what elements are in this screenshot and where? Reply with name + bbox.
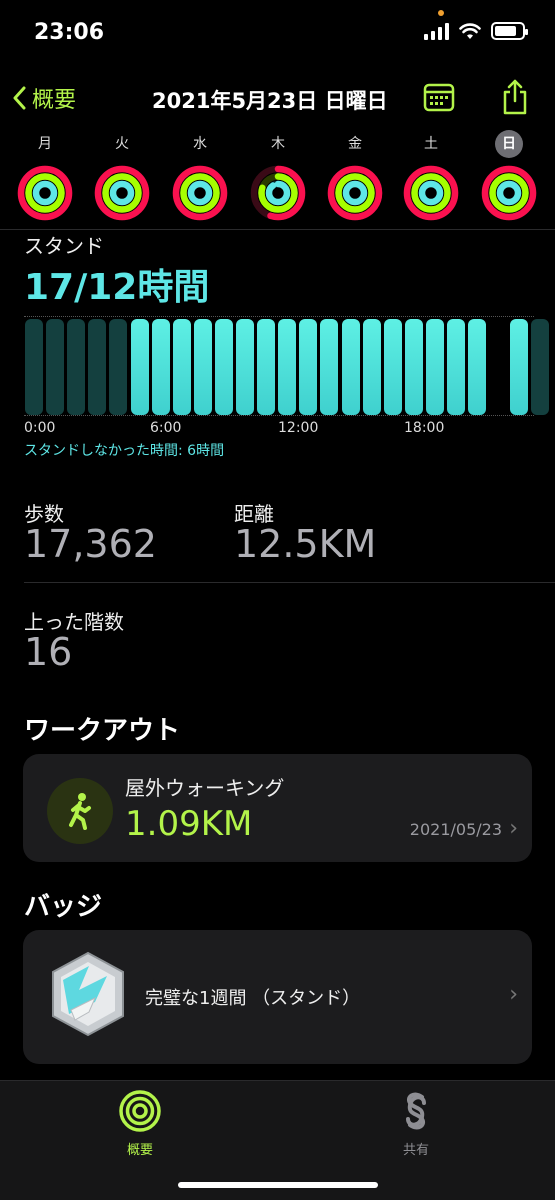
day-1[interactable]: 火 <box>89 130 155 222</box>
workout-card[interactable]: 屋外ウォーキング 1.09KM 2021/05/23 › <box>23 754 532 862</box>
activity-rings-icon <box>119 1090 161 1132</box>
back-button[interactable]: 概要 <box>12 82 76 114</box>
day-4[interactable]: 金 <box>322 130 388 222</box>
stand-label: スタンド <box>24 234 104 258</box>
tab-summary-label: 概要 <box>126 1143 153 1158</box>
day-0[interactable]: 月 <box>12 130 78 222</box>
tick-label: 18:00 <box>404 420 445 436</box>
day-label: 火 <box>115 136 129 152</box>
stand-hour-bar <box>236 319 254 415</box>
activity-ring-icon <box>403 165 459 221</box>
divider <box>24 582 555 583</box>
workout-name: 屋外ウォーキング <box>125 776 285 800</box>
walking-icon <box>69 793 91 830</box>
back-label: 概要 <box>32 88 77 113</box>
tick-label: 0:00 <box>24 420 56 436</box>
activity-ring-icon <box>17 165 73 221</box>
activity-ring-icon <box>94 165 150 221</box>
workout-section-title: ワークアウト <box>24 716 181 746</box>
tab-summary[interactable]: 概要 <box>110 1089 170 1158</box>
badges-section-title: バッジ <box>24 892 103 922</box>
chevron-right-icon: › <box>509 816 518 841</box>
chevron-right-icon: › <box>509 982 518 1007</box>
activity-ring-icon <box>172 165 228 221</box>
status-bar: 23:06 <box>0 0 555 70</box>
stand-hour-bar <box>468 319 487 415</box>
wifi-icon <box>459 22 481 39</box>
day-label: 月 <box>38 136 52 152</box>
chevron-left-icon <box>13 86 26 110</box>
stand-hour-bar <box>130 319 149 415</box>
tick-label: 6:00 <box>150 420 182 436</box>
stand-hour-bar <box>88 319 107 415</box>
stand-hour-bar <box>299 319 318 415</box>
stand-hour-chart <box>24 316 550 416</box>
badge-card[interactable]: 完璧な1週間 （スタンド） › <box>23 930 532 1064</box>
steps-value: 17,362 <box>24 522 157 566</box>
status-time: 23:06 <box>34 20 105 45</box>
sharing-icon <box>406 1092 426 1130</box>
stand-hour-bar <box>67 319 86 415</box>
stand-hour-bar <box>109 319 128 415</box>
stand-hour-bar <box>278 319 297 415</box>
activity-ring-icon <box>327 165 383 221</box>
battery-icon <box>491 22 528 40</box>
calendar-icon[interactable] <box>423 82 455 112</box>
stand-hour-bar <box>257 319 276 415</box>
day-2[interactable]: 水 <box>167 130 233 222</box>
home-indicator <box>178 1182 378 1188</box>
stand-hour-bar <box>320 319 339 415</box>
stand-hour-bar <box>341 319 360 415</box>
day-label: 金 <box>348 136 362 152</box>
page-title: 2021年5月23日 日曜日 <box>152 89 388 113</box>
stand-value: 17/12時間 <box>24 267 210 308</box>
week-ring-strip: 月火水木金土日 <box>0 130 555 230</box>
day-5[interactable]: 土 <box>398 130 464 222</box>
stand-hour-bar <box>447 319 465 415</box>
badge-name: 完璧な1週間 （スタンド） <box>145 988 361 1009</box>
stand-hour-bar <box>510 319 529 415</box>
signal-icon <box>424 22 449 40</box>
stand-hour-bar <box>404 319 423 415</box>
privacy-indicator <box>438 10 444 16</box>
tab-sharing-label: 共有 <box>402 1143 429 1158</box>
day-label: 土 <box>424 136 438 152</box>
day-6[interactable]: 日 <box>476 130 542 222</box>
workout-distance: 1.09KM <box>125 804 253 844</box>
stand-hour-bar <box>46 319 65 415</box>
activity-ring-icon <box>481 165 537 221</box>
tab-sharing[interactable]: 共有 <box>386 1089 446 1158</box>
share-icon[interactable] <box>500 78 530 116</box>
day-label: 日 <box>495 130 523 158</box>
stand-hour-bar <box>531 319 550 415</box>
stand-hour-bar <box>172 319 191 415</box>
stand-hour-bar <box>25 319 43 415</box>
stand-hour-bar <box>383 319 402 415</box>
distance-value: 12.5KM <box>234 522 377 566</box>
stand-hour-bar <box>425 319 444 415</box>
stand-hour-bar <box>214 319 233 415</box>
floors-value: 16 <box>24 630 73 674</box>
day-label: 水 <box>193 136 207 152</box>
stand-hour-bar <box>193 319 212 415</box>
tick-label: 12:00 <box>278 420 319 436</box>
stand-hour-bar <box>362 319 381 415</box>
day-3[interactable]: 木 <box>245 130 311 222</box>
stand-missed-note: スタンドしなかった時間: 6時間 <box>24 443 225 459</box>
activity-ring-icon <box>250 165 306 221</box>
stand-hour-bar <box>151 319 170 415</box>
navigation-bar: 概要 2021年5月23日 日曜日 <box>0 72 555 124</box>
workout-date: 2021/05/23 <box>409 820 502 839</box>
perfect-week-badge-icon <box>52 951 124 1037</box>
day-label: 木 <box>271 136 285 152</box>
